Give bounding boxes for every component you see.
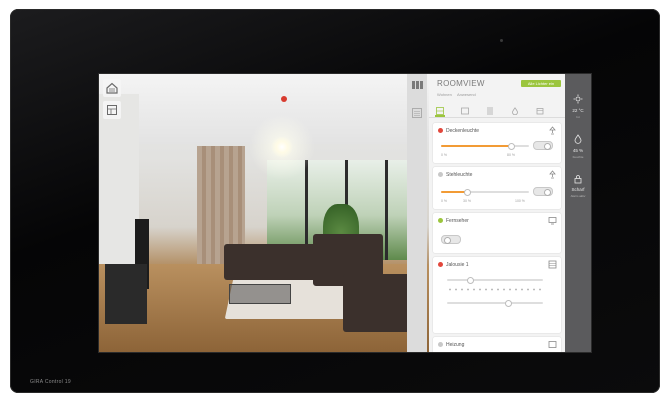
sun-icon (573, 94, 583, 104)
status-dot (438, 342, 443, 347)
status-dot (438, 262, 443, 267)
toggle-knob (444, 237, 451, 244)
touch-screen: ROOMVIEW Wohnen Anwesend Alle Lichter ei… (98, 73, 592, 353)
status-badge[interactable]: Alle Lichter ein (521, 80, 561, 87)
dimmer-slider[interactable] (441, 188, 529, 196)
alarm-label: Alarm aktiv (570, 194, 586, 198)
blind-card: Jalousie 1 (433, 257, 561, 333)
heating-title: Heizung (446, 342, 465, 348)
photo-tv-cabinet (105, 264, 147, 324)
status-strip: 22 °C Ist 45 % Feuchte Scharf Alarm akti… (565, 74, 591, 352)
bulb-icon (461, 107, 469, 114)
grid-icon (412, 81, 423, 89)
box-icon (536, 107, 544, 114)
room-subtitle: Wohnen (437, 92, 452, 97)
brand-label: GIRA Control 19 (30, 379, 71, 385)
tab-scenes[interactable] (435, 106, 445, 117)
humidity-value: 45 % (572, 148, 584, 153)
layout-icon (107, 105, 117, 115)
dimmer-fill (441, 145, 512, 147)
house-icon (106, 82, 118, 94)
tab-lights[interactable] (460, 106, 470, 115)
panel-side-tab[interactable] (407, 74, 427, 352)
room-photo (99, 74, 429, 352)
status-dot (438, 172, 443, 177)
lamp-icon[interactable] (548, 170, 557, 179)
scene-icon (436, 106, 444, 115)
lock-icon[interactable] (573, 174, 583, 184)
tv-icon[interactable] (548, 216, 557, 225)
dimmer-handle[interactable] (464, 188, 472, 196)
tab-misc[interactable] (535, 106, 545, 115)
blind-slat-slider[interactable] (447, 299, 543, 307)
max-label: 100 % (515, 199, 525, 203)
blind-icon (487, 107, 493, 114)
light-card-floor: Stehleuchte 0 % 30 % 100 % (433, 167, 561, 209)
heating-card: Heizung (433, 337, 561, 352)
dimmer-handle[interactable] (508, 142, 516, 150)
blind-position-slider[interactable] (447, 276, 543, 284)
alarm-state: Scharf (571, 187, 585, 192)
status-dot (438, 218, 443, 223)
min-label: 0 % (441, 199, 448, 203)
light-toggle[interactable] (533, 141, 553, 150)
function-tabs (429, 105, 565, 118)
humidity-icon (574, 134, 582, 144)
tv-title: Fernseher (446, 218, 469, 224)
light-title: Stehleuchte (446, 172, 473, 178)
blind-position-handle[interactable] (467, 276, 474, 284)
view-switch-button[interactable] (103, 101, 121, 119)
blind-icon[interactable] (548, 260, 557, 269)
lamp-icon[interactable] (548, 126, 557, 135)
toggle-knob (544, 143, 551, 150)
value-label: 30 % (463, 199, 471, 203)
list-icon (412, 108, 422, 118)
min-label: 0 % (441, 153, 448, 157)
humidity-label: Feuchte (572, 155, 584, 159)
light-title: Deckenleuchte (446, 128, 480, 134)
smoke-detector (281, 96, 287, 102)
tab-climate[interactable] (510, 106, 520, 115)
blind-slat-handle[interactable] (505, 299, 512, 307)
control-panel-device: GIRA Control 19 ROOMVIEW Wohnen Anwesend… (10, 9, 660, 393)
value-label: 80 % (507, 153, 515, 157)
status-dot (438, 128, 443, 133)
temperature-value: 22 °C (572, 108, 584, 113)
room-title: ROOMVIEW (437, 79, 485, 88)
photo-ceiling-lamp (271, 136, 293, 158)
toggle-knob (544, 189, 551, 196)
light-toggle[interactable] (533, 187, 553, 196)
tab-blinds[interactable] (485, 106, 495, 115)
presence-label: Anwesend (457, 92, 476, 97)
camera-lens (500, 39, 503, 42)
drop-icon (512, 106, 518, 115)
photo-mullion (385, 160, 388, 260)
temperature-label: Ist (576, 115, 580, 119)
light-card-ceiling: Deckenleuchte 0 % 80 % (433, 123, 561, 163)
photo-coffee-table (229, 284, 291, 304)
control-panel: ROOMVIEW Wohnen Anwesend Alle Lichter ei… (429, 74, 565, 352)
tv-toggle[interactable] (441, 235, 461, 244)
home-button[interactable] (103, 79, 121, 97)
dimmer-slider[interactable] (441, 142, 529, 150)
radiator-icon[interactable] (548, 340, 557, 349)
blind-title: Jalousie 1 (446, 262, 469, 268)
tv-card: Fernseher (433, 213, 561, 253)
slat-scale (447, 288, 543, 291)
